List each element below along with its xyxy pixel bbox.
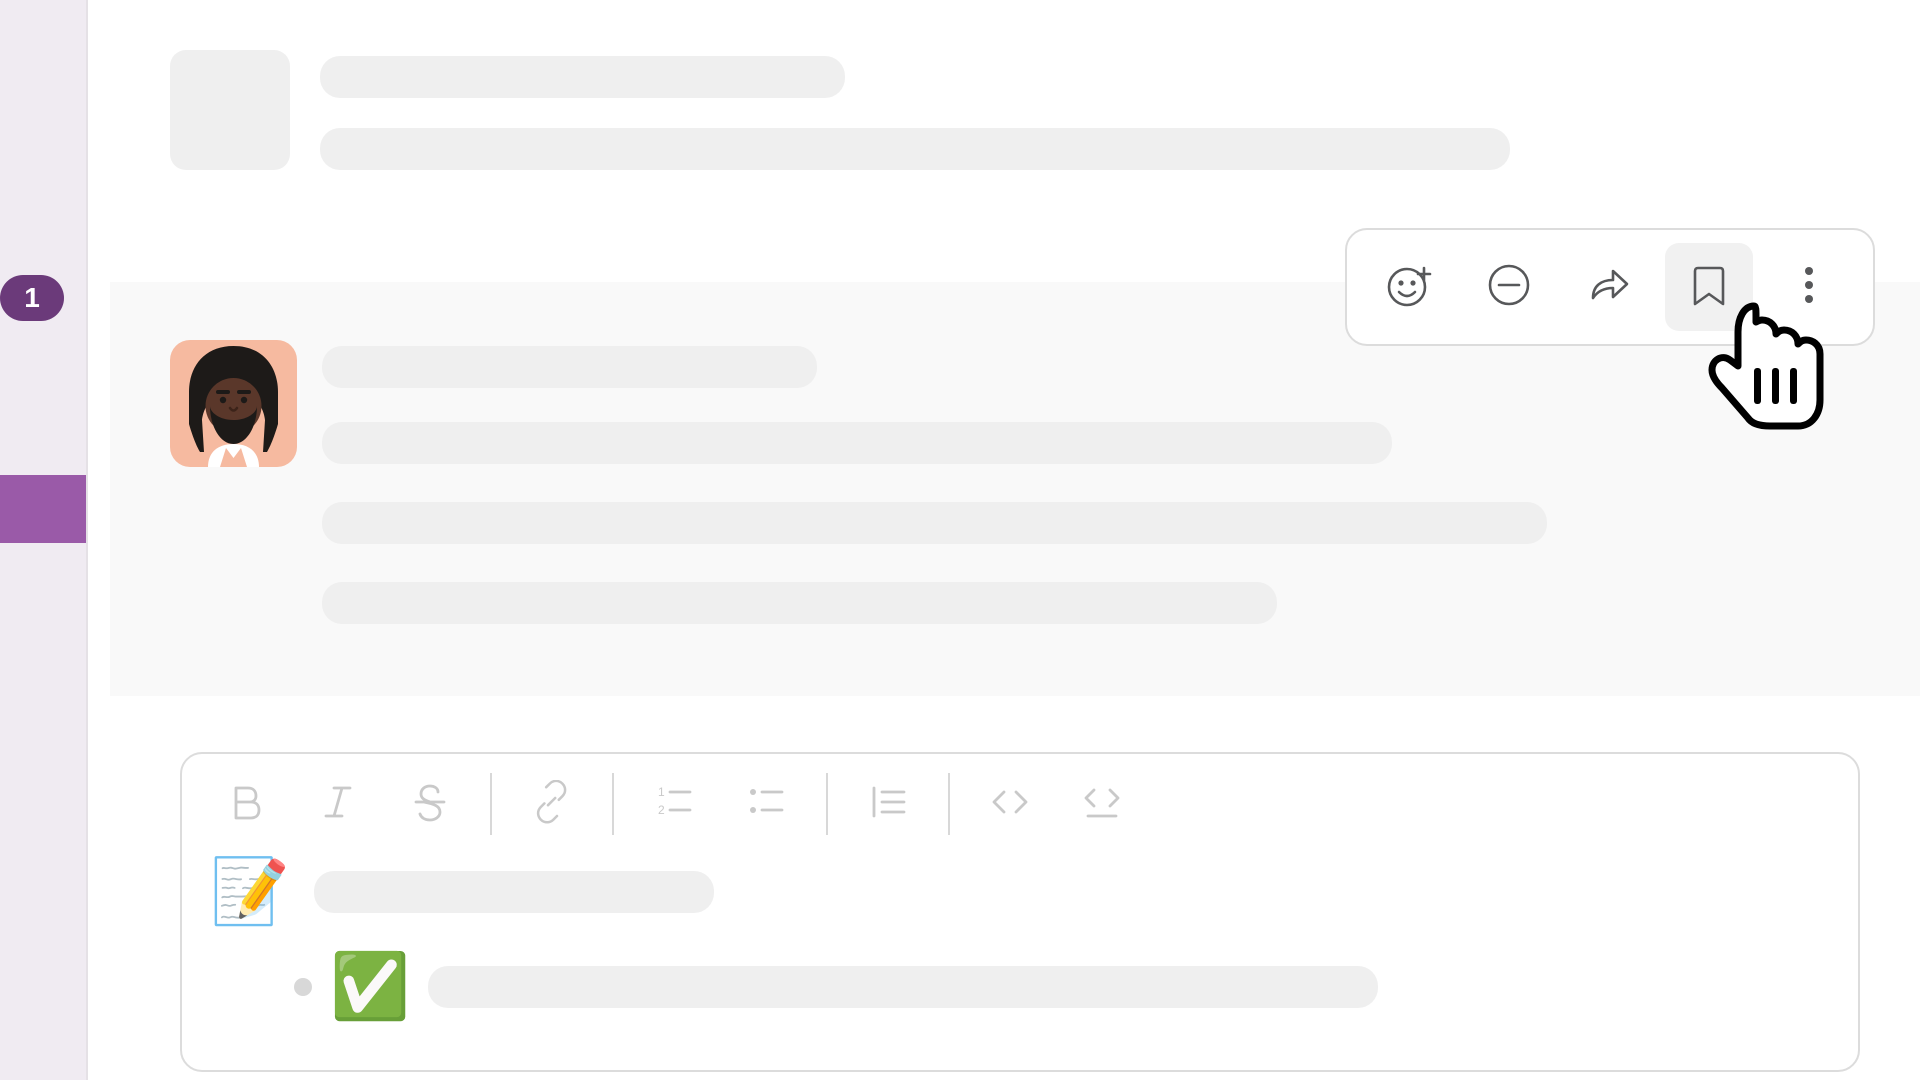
- strikethrough-icon: [408, 780, 452, 829]
- toolbar-separator: [490, 773, 492, 835]
- text-placeholder: [320, 128, 1510, 170]
- toolbar-separator: [612, 773, 614, 835]
- text-placeholder: [322, 422, 1392, 464]
- check-emoji: ✅: [330, 949, 410, 1024]
- bullet-list-button[interactable]: [720, 771, 812, 837]
- svg-text:1: 1: [658, 785, 665, 799]
- link-button[interactable]: [506, 771, 598, 837]
- list-bullet: [294, 978, 312, 996]
- link-icon: [530, 780, 574, 829]
- strikethrough-button[interactable]: [384, 771, 476, 837]
- kebab-icon: [1784, 260, 1834, 315]
- blockquote-icon: [866, 780, 910, 829]
- message-skeleton: [170, 50, 290, 170]
- workspace-rail: 1: [0, 0, 86, 1080]
- toolbar-separator: [948, 773, 950, 835]
- thread-icon: [1484, 260, 1534, 315]
- text-placeholder: [322, 346, 817, 388]
- text-placeholder: [320, 56, 845, 98]
- text-placeholder: [428, 966, 1378, 1008]
- bold-button[interactable]: [200, 771, 292, 837]
- ordered-list-icon: 12: [652, 780, 696, 829]
- badge-count: 1: [24, 282, 40, 314]
- italic-button[interactable]: [292, 771, 384, 837]
- active-workspace-indicator[interactable]: [0, 475, 86, 543]
- code-icon: [988, 780, 1032, 829]
- compose-line: ✅: [294, 949, 1830, 1024]
- text-placeholder: [314, 871, 714, 913]
- svg-text:2: 2: [658, 803, 665, 817]
- composer-format-toolbar: 12: [182, 754, 1858, 854]
- emoji-plus-icon: [1384, 260, 1434, 315]
- memo-emoji: 📝: [210, 854, 290, 929]
- blockquote-button[interactable]: [842, 771, 934, 837]
- message-actions-toolbar: [1345, 228, 1875, 346]
- toolbar-separator: [826, 773, 828, 835]
- avatar-placeholder: [170, 50, 290, 170]
- bookmark-button[interactable]: [1665, 243, 1753, 331]
- bullet-list-icon: [744, 780, 788, 829]
- text-placeholder: [322, 582, 1277, 624]
- bookmark-icon: [1684, 260, 1734, 315]
- text-placeholder: [322, 502, 1547, 544]
- bold-icon: [224, 780, 268, 829]
- avatar[interactable]: [170, 340, 297, 467]
- share-arrow-icon: [1584, 260, 1634, 315]
- channel-content: 12 📝 ✅: [110, 0, 1920, 1080]
- reply-thread-button[interactable]: [1465, 243, 1553, 331]
- ordered-list-button[interactable]: 12: [628, 771, 720, 837]
- italic-icon: [316, 780, 360, 829]
- compose-body[interactable]: 📝 ✅: [182, 854, 1858, 1024]
- more-actions-button[interactable]: [1765, 243, 1853, 331]
- add-reaction-button[interactable]: [1365, 243, 1453, 331]
- workspace-mention-badge[interactable]: 1: [0, 275, 64, 321]
- code-button[interactable]: [964, 771, 1056, 837]
- sidebar-edge: [86, 0, 110, 1080]
- message-composer[interactable]: 12 📝 ✅: [180, 752, 1860, 1072]
- code-block-icon: [1080, 780, 1124, 829]
- code-block-button[interactable]: [1056, 771, 1148, 837]
- share-button[interactable]: [1565, 243, 1653, 331]
- compose-line: 📝: [210, 854, 1830, 929]
